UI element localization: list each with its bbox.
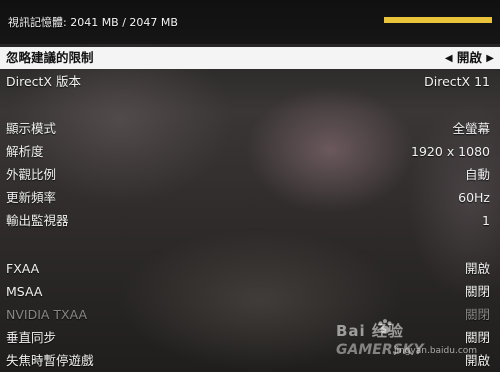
setting-value: DirectX 11 [424, 74, 490, 89]
setting-label: DirectX 版本 [6, 74, 81, 89]
setting-value-selector[interactable]: ◀ 開啟 ▶ [445, 47, 494, 70]
setting-row-ignore-limits[interactable]: 忽略建議的限制 ◀ 開啟 ▶ [0, 47, 500, 69]
setting-value: 關閉 [464, 284, 490, 299]
setting-value: 自動 [464, 167, 490, 182]
setting-label: 顯示模式 [6, 121, 57, 136]
setting-row-refresh-rate[interactable]: 更新頻率 60Hz [0, 187, 500, 209]
setting-value: 全螢幕 [452, 121, 490, 136]
setting-value: 1 [482, 213, 490, 228]
setting-row-display-mode[interactable]: 顯示模式 全螢幕 [0, 118, 500, 140]
setting-label: 輸出監視器 [6, 213, 69, 228]
setting-label: MSAA [6, 284, 43, 299]
setting-label: 更新頻率 [6, 190, 57, 205]
setting-row-directx-version[interactable]: DirectX 版本 DirectX 11 [0, 71, 500, 93]
setting-row-aspect-ratio[interactable]: 外觀比例 自動 [0, 164, 500, 186]
setting-label: FXAA [6, 261, 40, 276]
setting-row-resolution[interactable]: 解析度 1920 x 1080 [0, 141, 500, 163]
setting-label: 忽略建議的限制 [6, 50, 94, 65]
watermark-logo-text: Bai 经验 [336, 322, 404, 340]
video-memory-bar [384, 17, 492, 23]
setting-value: 開啟 [456, 50, 482, 65]
watermark-url: jingyan.baidu.com [394, 346, 478, 356]
setting-row-fxaa[interactable]: FXAA 開啟 [0, 258, 500, 280]
video-memory-bar-fill [384, 17, 492, 23]
chevron-left-icon[interactable]: ◀ [445, 48, 453, 70]
baidu-jingyan-watermark: Bai 经验 GAMERSKY jingyan.baidu.com [336, 318, 486, 366]
setting-value: 1920 x 1080 [411, 144, 490, 159]
setting-row-msaa[interactable]: MSAA 關閉 [0, 281, 500, 303]
video-memory-header: 視訊記憶體: 2041 MB / 2047 MB [0, 0, 500, 44]
setting-row-output-monitor[interactable]: 輸出監視器 1 [0, 210, 500, 232]
setting-value: 開啟 [464, 261, 490, 276]
setting-label: 垂直同步 [6, 330, 57, 345]
chevron-right-icon[interactable]: ▶ [486, 48, 494, 70]
setting-label: 解析度 [6, 144, 44, 159]
setting-label: NVIDIA TXAA [6, 307, 88, 322]
video-memory-label: 視訊記憶體: 2041 MB / 2047 MB [8, 16, 178, 29]
setting-label: 外觀比例 [6, 167, 57, 182]
setting-value: 60Hz [458, 190, 490, 205]
setting-label: 失焦時暫停遊戲 [6, 353, 94, 368]
